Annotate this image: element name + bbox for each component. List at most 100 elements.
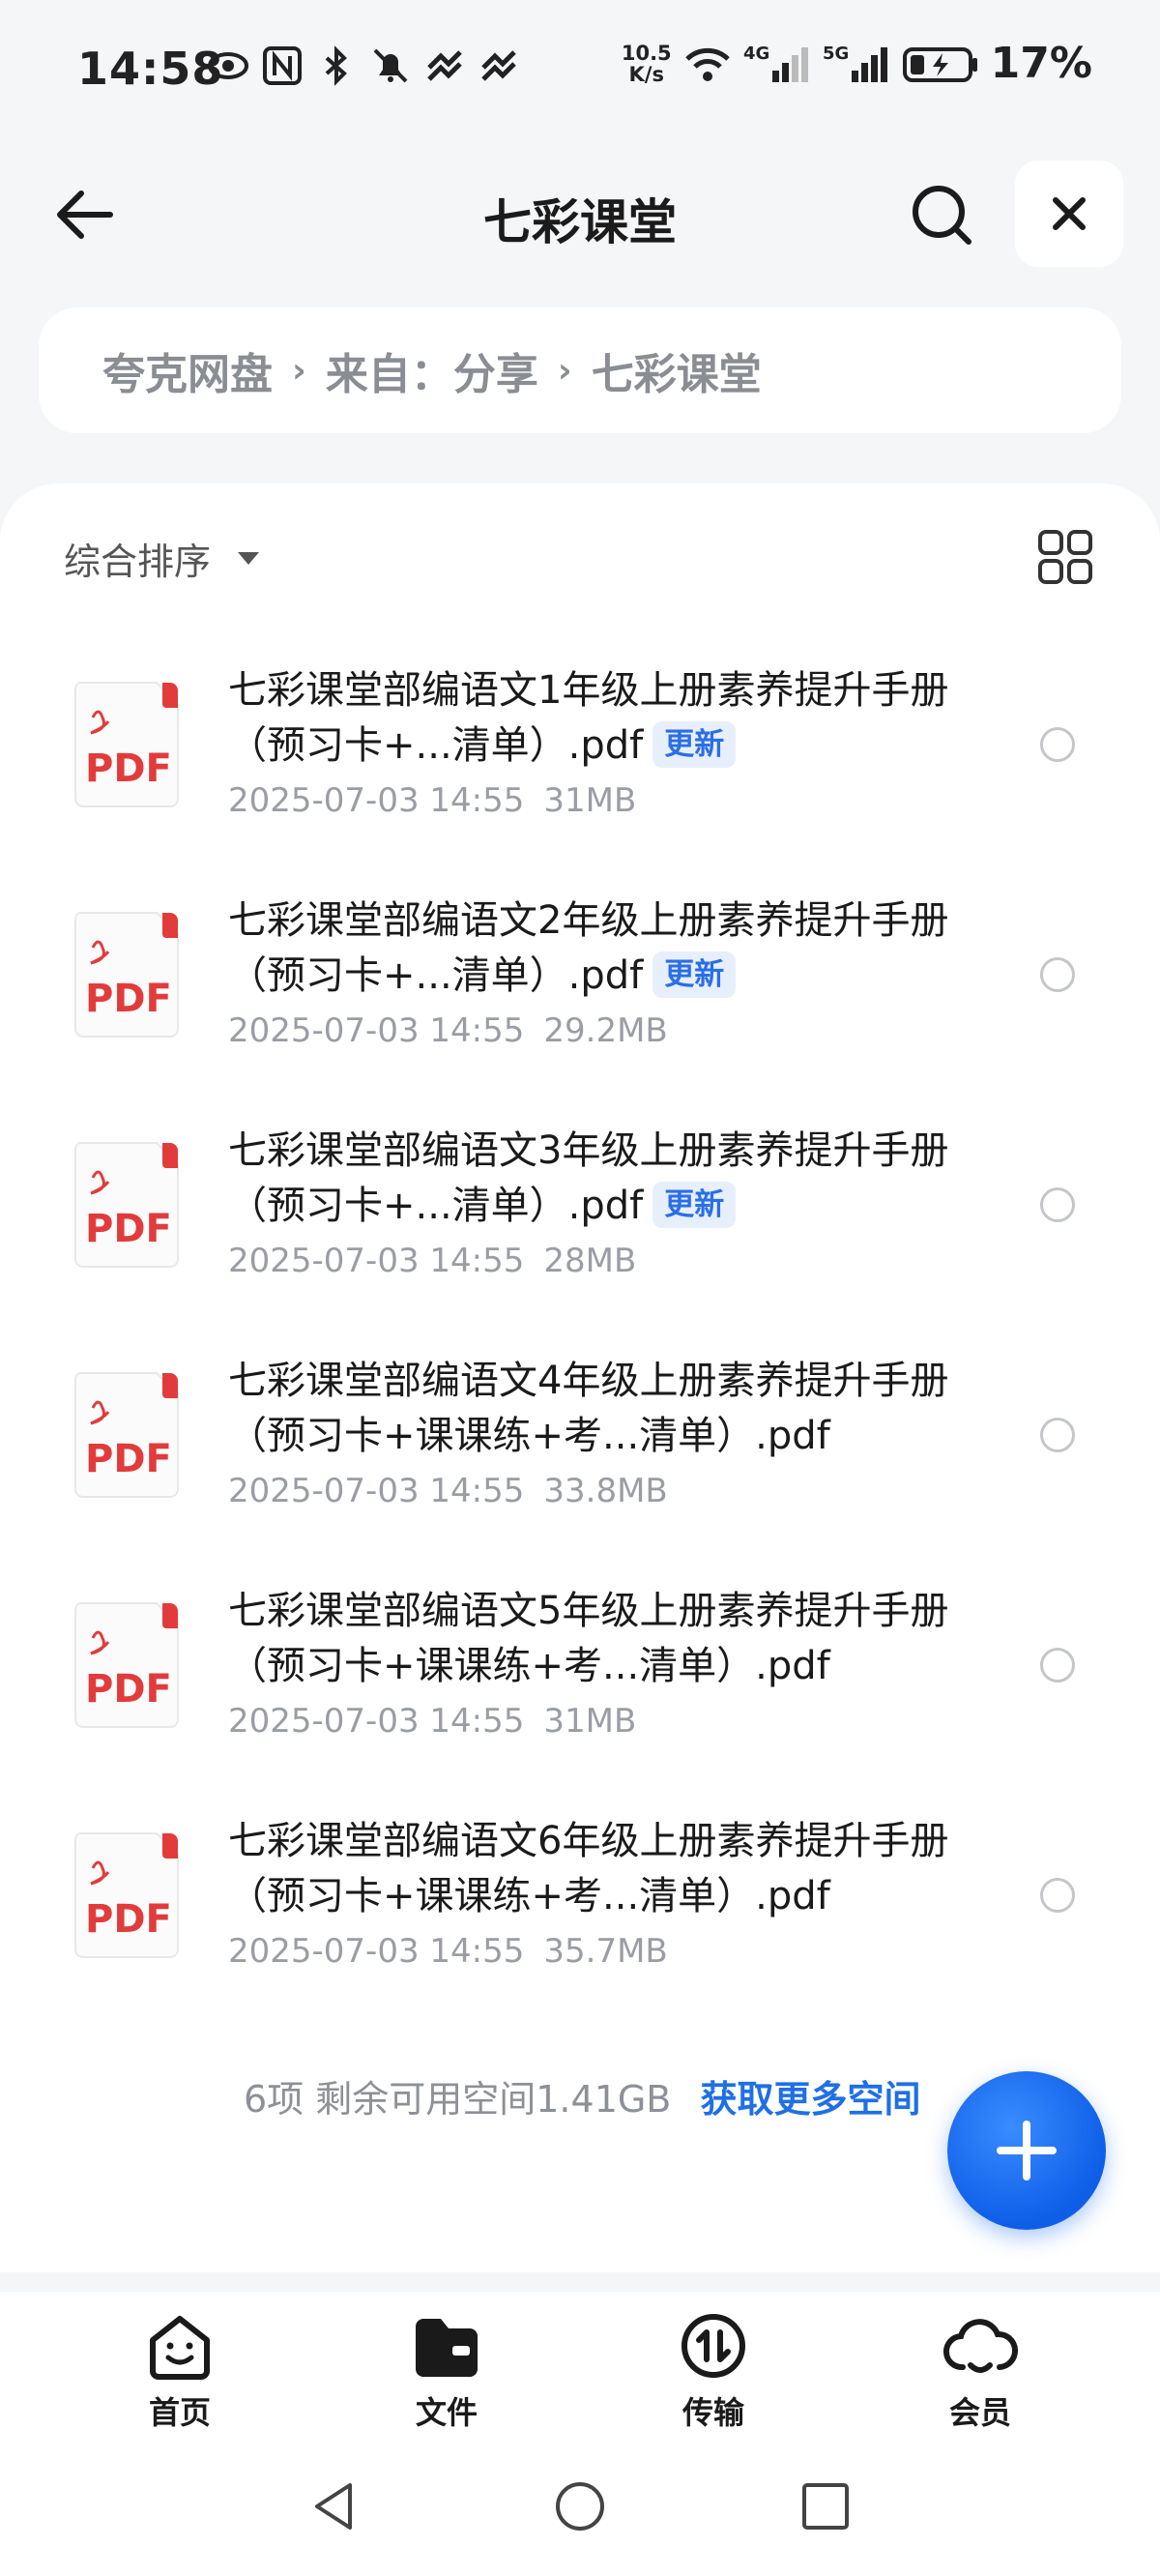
tab-home[interactable]: 首页: [112, 2307, 247, 2433]
grid-view-icon[interactable]: [1036, 528, 1094, 586]
file-date: 2025-07-03 14:55: [228, 1472, 525, 1510]
status-right: 10.5 K/s 4G 5G 17%: [622, 39, 1092, 88]
select-checkbox[interactable]: [1040, 1878, 1075, 1913]
file-name: 七彩课堂部编语文4年级上册素养提升手册（预习卡+课课练+考...清单）.pdf: [228, 1354, 963, 1464]
tab-transfer[interactable]: 传输: [646, 2307, 781, 2433]
file-meta: 2025-07-03 14:55 31MB: [228, 1702, 636, 1741]
select-checkbox[interactable]: [1040, 727, 1075, 762]
nfc-icon: [263, 46, 302, 85]
network-speed: 10.5 K/s: [621, 41, 672, 86]
update-badge: 更新: [652, 721, 737, 768]
file-date: 2025-07-03 14:55: [228, 1932, 525, 1971]
status-left-icons: [207, 44, 520, 87]
file-name: 七彩课堂部编语文3年级上册素养提升手册（预习卡+...清单）.pdf 更新: [228, 1124, 963, 1234]
status-bar: 14:58 10.5 K/s 4G 5G 17%: [0, 0, 1160, 145]
update-badge: 更新: [652, 1182, 737, 1228]
file-row[interactable]: PDF 七彩课堂部编语文3年级上册素养提升手册（预习卡+...清单）.pdf 更新 2…: [0, 1118, 1160, 1348]
file-meta: 2025-07-03 14:55 35.7MB: [228, 1932, 668, 1971]
mute-bell-icon: [373, 48, 408, 83]
file-name: 七彩课堂部编语文1年级上册素养提升手册（预习卡+...清单）.pdf 更新: [228, 663, 963, 774]
pdf-file-icon: PDF: [73, 1372, 179, 1498]
page-title: 七彩课堂: [483, 194, 677, 250]
close-icon: [1053, 197, 1086, 230]
file-name: 七彩课堂部编语文5年级上册素养提升手册（预习卡+课课练+考...清单）.pdf: [228, 1584, 963, 1694]
bluetooth-icon: [325, 45, 347, 86]
get-more-space-link[interactable]: 获取更多空间: [700, 2078, 920, 2121]
storage-summary: 6项 剩余可用空间1.41GB 获取更多空间: [244, 2069, 921, 2122]
search-icon: [913, 186, 972, 245]
plus-icon: [997, 2121, 1057, 2181]
svg-text:PDF: PDF: [85, 977, 172, 1021]
transfer-icon: [682, 2314, 745, 2378]
file-name: 七彩课堂部编语文2年级上册素养提升手册（预习卡+...清单）.pdf 更新: [228, 893, 963, 1004]
tab-transfer-label: 传输: [682, 2394, 744, 2431]
file-name-text: 七彩课堂部编语文3年级上册素养提升手册（预习卡+...清单）.pdf: [228, 1128, 949, 1228]
select-checkbox[interactable]: [1040, 957, 1075, 992]
tab-files-label: 文件: [415, 2394, 478, 2431]
svg-text:PDF: PDF: [85, 1897, 172, 1942]
signal-5g-icon: 5G: [823, 44, 887, 82]
file-meta: 2025-07-03 14:55 28MB: [228, 1242, 636, 1280]
sort-dropdown[interactable]: 综合排序: [64, 532, 260, 585]
file-size: 29.2MB: [543, 1011, 668, 1050]
storage-summary-text: 6项 剩余可用空间1.41GB: [244, 2078, 672, 2121]
pdf-file-icon: PDF: [73, 1602, 179, 1728]
eye-icon: [208, 52, 248, 79]
file-meta: 2025-07-03 14:55 29.2MB: [228, 1011, 668, 1050]
tab-member-label: 会员: [948, 2394, 1011, 2431]
file-row[interactable]: PDF 七彩课堂部编语文6年级上册素养提升手册（预习卡+课课练+考...清单）.p…: [0, 1808, 1160, 2038]
file-date: 2025-07-03 14:55: [228, 1242, 525, 1280]
search-button[interactable]: [905, 178, 978, 251]
svg-text:PDF: PDF: [85, 1437, 172, 1481]
file-name-text: 七彩课堂部编语文5年级上册素养提升手册（预习卡+课课练+考...清单）.pdf: [228, 1589, 949, 1688]
file-row[interactable]: PDF 七彩课堂部编语文5年级上册素养提升手册（预习卡+课课练+考...清单）.p…: [0, 1578, 1160, 1808]
file-row[interactable]: PDF 七彩课堂部编语文1年级上册素养提升手册（预习卡+...清单）.pdf 更新 2…: [0, 658, 1160, 888]
breadcrumb-item-share[interactable]: 来自：分享: [326, 339, 538, 401]
file-date: 2025-07-03 14:55: [228, 1702, 525, 1741]
breadcrumb-item-root[interactable]: 夸克网盘: [102, 339, 273, 401]
file-date: 2025-07-03 14:55: [228, 1011, 525, 1050]
add-button[interactable]: [947, 2071, 1106, 2230]
breadcrumb-separator: ›: [557, 350, 572, 391]
app-notify-icon-2: [481, 50, 516, 81]
svg-text:PDF: PDF: [85, 1667, 172, 1712]
pdf-file-icon: PDF: [73, 912, 179, 1038]
select-checkbox[interactable]: [1040, 1648, 1075, 1683]
wifi-icon: [684, 47, 730, 81]
caret-down-icon: [238, 552, 260, 565]
update-badge: 更新: [652, 951, 737, 998]
select-checkbox[interactable]: [1040, 1187, 1075, 1222]
file-size: 31MB: [543, 1702, 637, 1741]
svg-text:PDF: PDF: [85, 1207, 172, 1251]
file-name-text: 七彩课堂部编语文2年级上册素养提升手册（预习卡+...清单）.pdf: [228, 898, 949, 998]
pdf-file-icon: PDF: [73, 1832, 179, 1958]
file-row[interactable]: PDF 七彩课堂部编语文2年级上册素养提升手册（预习卡+...清单）.pdf 更新 2…: [0, 888, 1160, 1118]
nav-home-icon[interactable]: [553, 2479, 607, 2533]
file-size: 31MB: [543, 781, 637, 820]
file-meta: 2025-07-03 14:55 31MB: [228, 781, 636, 820]
system-navigation-bar: [0, 2437, 1160, 2576]
svg-text:5G: 5G: [823, 44, 849, 64]
battery-percent: 17%: [990, 39, 1092, 88]
close-button[interactable]: [1015, 161, 1123, 267]
select-checkbox[interactable]: [1040, 1418, 1075, 1452]
tab-member[interactable]: 会员: [913, 2307, 1048, 2433]
file-date: 2025-07-03 14:55: [228, 781, 525, 820]
file-size: 33.8MB: [543, 1472, 668, 1510]
status-time: 14:58: [77, 43, 224, 95]
tab-files[interactable]: 文件: [379, 2307, 514, 2433]
file-list: PDF 七彩课堂部编语文1年级上册素养提升手册（预习卡+...清单）.pdf 更新 2…: [0, 658, 1160, 2038]
file-name-text: 七彩课堂部编语文6年级上册素养提升手册（预习卡+课课练+考...清单）.pdf: [228, 1819, 949, 1918]
nav-recents-icon[interactable]: [798, 2479, 853, 2533]
sort-label: 综合排序: [64, 541, 212, 583]
nav-back-icon[interactable]: [307, 2479, 362, 2533]
breadcrumb: 夸克网盘 › 来自：分享 › 七彩课堂: [39, 307, 1121, 433]
file-row[interactable]: PDF 七彩课堂部编语文4年级上册素养提升手册（预习卡+课课练+考...清单）.p…: [0, 1348, 1160, 1578]
pdf-file-icon: PDF: [73, 1142, 179, 1268]
header: 七彩课堂: [0, 155, 1160, 271]
file-meta: 2025-07-03 14:55 33.8MB: [228, 1472, 668, 1510]
file-name: 七彩课堂部编语文6年级上册素养提升手册（预习卡+课课练+考...清单）.pdf: [228, 1814, 963, 1924]
breadcrumb-separator: ›: [292, 350, 306, 391]
breadcrumb-item-current: 七彩课堂: [591, 350, 762, 399]
file-size: 35.7MB: [543, 1932, 668, 1971]
